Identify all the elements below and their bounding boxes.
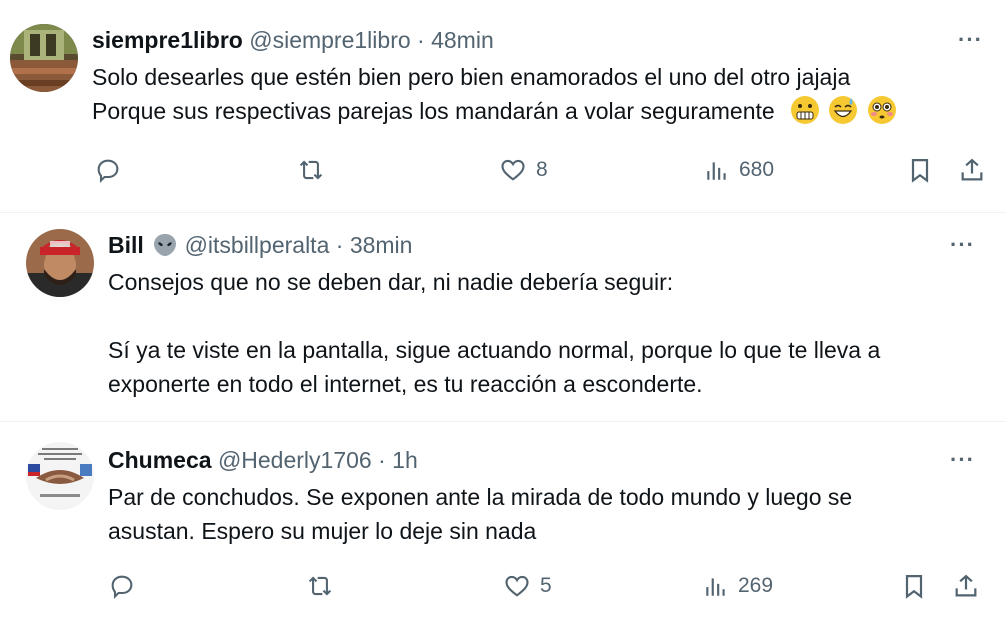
more-options-icon[interactable]: ··· bbox=[950, 449, 975, 471]
share-button[interactable] bbox=[958, 156, 986, 184]
tweet-text-line: Sí ya te viste en la pantalla, sigue act… bbox=[108, 337, 881, 363]
tweet-header: siempre1libro @siempre1libro · 48min bbox=[92, 26, 494, 54]
retweet-button[interactable] bbox=[305, 572, 344, 600]
tweet[interactable]: Chumeca @Hederly1706 · 1h ··· Par de con… bbox=[0, 422, 1006, 620]
tweet-text: Solo desearles que estén bien pero bien … bbox=[92, 60, 896, 128]
views-button[interactable]: 680 bbox=[704, 156, 774, 184]
avatar[interactable] bbox=[26, 442, 94, 510]
tweet[interactable]: siempre1libro @siempre1libro · 48min ···… bbox=[0, 0, 1006, 212]
user-handle[interactable]: @siempre1libro bbox=[249, 27, 410, 53]
flushed-face-icon bbox=[867, 96, 896, 124]
tweet-header: Chumeca @Hederly1706 · 1h bbox=[108, 446, 418, 474]
like-button[interactable]: 5 bbox=[503, 572, 552, 600]
separator-dot: · bbox=[417, 27, 425, 53]
bookmark-icon bbox=[905, 574, 923, 599]
view-count: 269 bbox=[738, 574, 774, 597]
tweet-text-line: Consejos que no se deben dar, ni nadie d… bbox=[108, 269, 674, 295]
user-handle[interactable]: @Hederly1706 bbox=[218, 447, 372, 473]
tweet-text-line: Par de conchudos. Se exponen ante la mir… bbox=[108, 484, 853, 510]
avatar[interactable] bbox=[10, 24, 78, 92]
bookmark-icon bbox=[911, 158, 929, 183]
share-icon bbox=[961, 158, 983, 181]
views-chart-icon bbox=[707, 162, 726, 180]
tweet-text-line bbox=[108, 299, 880, 333]
view-count: 680 bbox=[739, 158, 775, 181]
like-count: 5 bbox=[540, 574, 552, 597]
grinning-sweat-face-icon bbox=[829, 96, 858, 124]
reply-icon bbox=[111, 575, 133, 600]
tweet-text: Consejos que no se deben dar, ni nadie d… bbox=[108, 265, 880, 401]
heart-icon bbox=[505, 575, 529, 597]
tweet-text-line: Solo desearles que estén bien pero bien … bbox=[92, 64, 851, 90]
reply-button[interactable] bbox=[108, 572, 145, 600]
more-options-icon[interactable]: ··· bbox=[958, 29, 983, 51]
tweet[interactable]: Bill @itsbillperalta · 38min ··· Consejo… bbox=[0, 213, 1006, 421]
bookmark-button[interactable] bbox=[900, 572, 928, 600]
share-button[interactable] bbox=[952, 572, 980, 600]
reply-button[interactable] bbox=[94, 156, 131, 184]
retweet-icon bbox=[308, 576, 332, 596]
tweet-text-line: asustan. Espero su mujer lo deje sin nad… bbox=[108, 518, 537, 544]
timestamp[interactable]: 38min bbox=[350, 232, 413, 258]
avatar[interactable] bbox=[26, 229, 94, 297]
more-options-icon[interactable]: ··· bbox=[950, 234, 975, 256]
retweet-icon bbox=[299, 160, 323, 180]
separator-dot: · bbox=[335, 232, 344, 258]
bookmark-button[interactable] bbox=[906, 156, 934, 184]
grimacing-face-icon bbox=[791, 96, 820, 124]
tweet-header: Bill @itsbillperalta · 38min bbox=[108, 231, 412, 264]
reply-icon bbox=[97, 159, 119, 184]
views-chart-icon bbox=[706, 578, 725, 596]
timestamp[interactable]: 1h bbox=[392, 447, 418, 473]
user-handle[interactable]: @itsbillperalta bbox=[185, 232, 330, 258]
timestamp[interactable]: 48min bbox=[431, 27, 494, 53]
share-icon bbox=[955, 574, 977, 597]
retweet-button[interactable] bbox=[296, 156, 335, 184]
like-button[interactable]: 8 bbox=[499, 156, 548, 184]
display-name[interactable]: Bill bbox=[108, 232, 144, 258]
heart-icon bbox=[501, 159, 525, 181]
views-button[interactable]: 269 bbox=[703, 572, 773, 600]
like-count: 8 bbox=[536, 158, 548, 181]
separator-dot: · bbox=[378, 447, 386, 473]
display-name[interactable]: siempre1libro bbox=[92, 27, 243, 53]
tweet-text-line: exponerte en todo el internet, es tu rea… bbox=[108, 371, 703, 397]
tweet-text: Par de conchudos. Se exponen ante la mir… bbox=[108, 480, 852, 548]
tweet-text-line-content: Porque sus respectivas parejas los manda… bbox=[92, 98, 775, 124]
tweet-text-line: Porque sus respectivas parejas los manda… bbox=[92, 94, 896, 128]
display-name[interactable]: Chumeca bbox=[108, 447, 212, 473]
alien-emoji-icon bbox=[152, 232, 178, 264]
